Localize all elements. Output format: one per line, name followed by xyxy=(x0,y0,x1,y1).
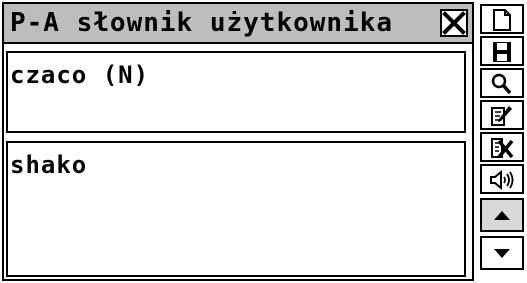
dictionary-window: P-A słownik użytkownika czaco (N) shako xyxy=(2,2,474,281)
edit-icon xyxy=(491,106,512,126)
arrow-up-icon xyxy=(494,211,510,220)
arrow-down-icon xyxy=(494,249,510,258)
close-button[interactable] xyxy=(440,9,468,37)
close-icon xyxy=(442,11,466,35)
source-word-text: czaco (N) xyxy=(10,61,150,89)
delete-icon xyxy=(491,138,514,159)
translation-field[interactable]: shako xyxy=(6,141,466,277)
scroll-up-button[interactable] xyxy=(480,198,524,232)
pronounce-button[interactable] xyxy=(480,164,524,194)
translation-text: shako xyxy=(10,151,88,179)
scroll-down-button[interactable] xyxy=(480,236,524,270)
delete-button[interactable] xyxy=(480,132,524,162)
save-button[interactable] xyxy=(480,36,524,66)
side-toolbar xyxy=(480,2,526,281)
new-entry-button[interactable] xyxy=(480,4,524,34)
search-button[interactable] xyxy=(480,68,524,98)
source-word-field[interactable]: czaco (N) xyxy=(6,51,466,133)
save-icon xyxy=(493,42,511,62)
new-icon xyxy=(493,9,511,31)
search-icon xyxy=(491,73,512,95)
title-bar: P-A słownik użytkownika xyxy=(4,4,472,44)
window-title: P-A słownik użytkownika xyxy=(10,8,394,38)
edit-button[interactable] xyxy=(480,100,524,130)
speaker-icon xyxy=(490,169,514,191)
